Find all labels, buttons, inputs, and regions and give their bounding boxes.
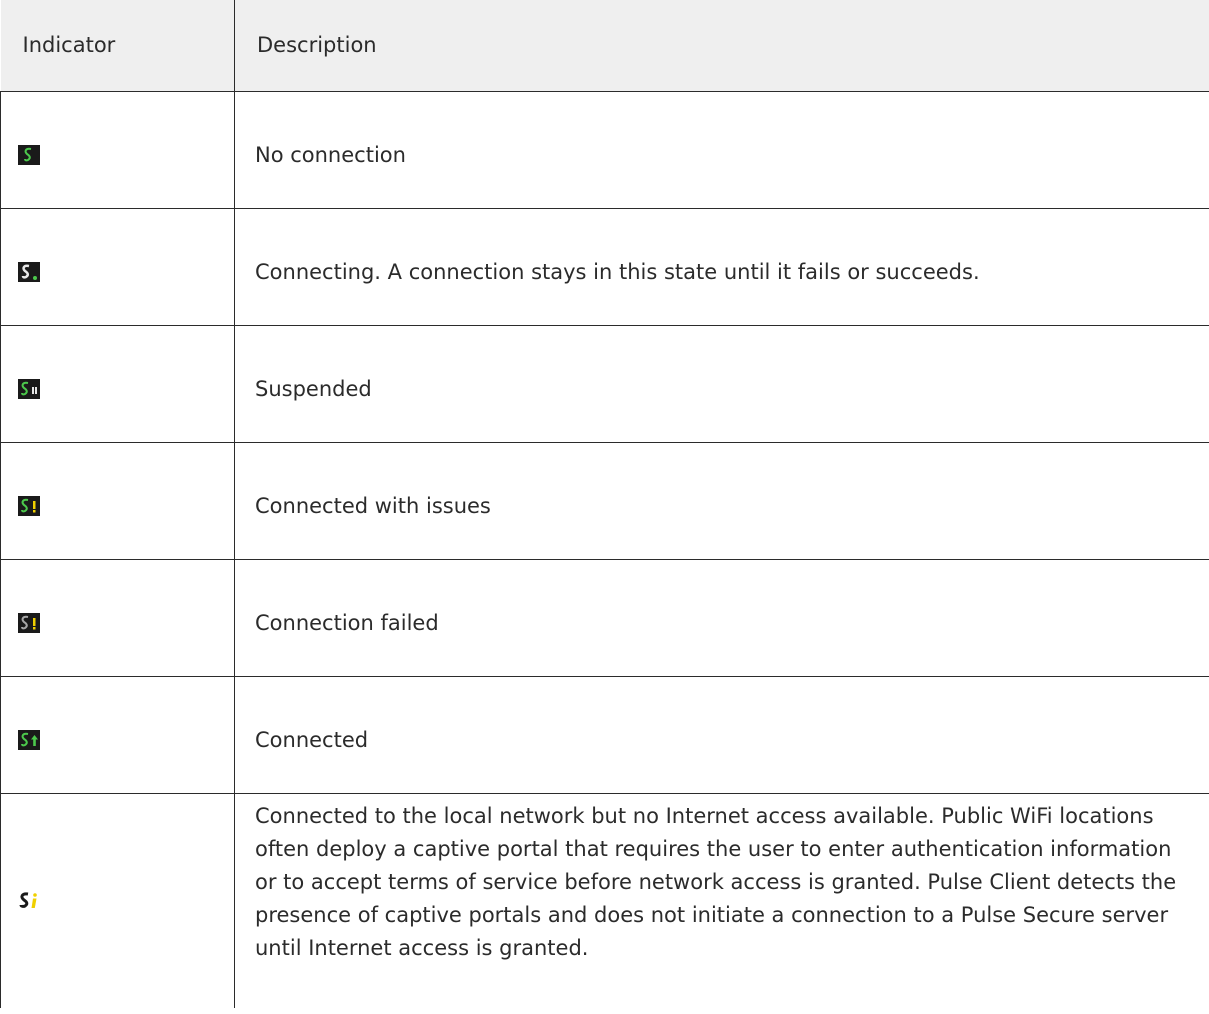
indicator-cell <box>0 208 235 326</box>
description-cell: Connected with issues <box>234 442 1209 560</box>
description-column-header: Description <box>234 0 1209 92</box>
description-cell: Connection failed <box>234 559 1209 677</box>
connection-failed-icon <box>18 612 40 633</box>
description-cell: Connected <box>234 676 1209 794</box>
indicator-cell <box>0 793 235 1008</box>
table-row: Connected <box>0 676 1209 794</box>
table-row: Connection failed <box>0 559 1209 677</box>
description-cell: Suspended <box>234 325 1209 443</box>
indicator-cell <box>0 676 235 794</box>
captive-portal-icon <box>18 891 40 911</box>
table-row: Connected to the local network but no In… <box>0 793 1209 1008</box>
no-connection-icon <box>18 144 40 165</box>
suspended-icon <box>18 378 40 399</box>
connected-icon <box>18 729 40 750</box>
indicator-table: Indicator Description No connection Conn… <box>0 0 1209 1008</box>
table-row: No connection <box>0 91 1209 209</box>
indicator-cell <box>0 325 235 443</box>
description-cell: Connecting. A connection stays in this s… <box>234 208 1209 326</box>
indicator-cell <box>0 442 235 560</box>
header-row: Indicator Description <box>0 0 1209 92</box>
indicator-column-header: Indicator <box>0 0 235 92</box>
indicator-cell <box>0 559 235 677</box>
table-row: Connected with issues <box>0 442 1209 560</box>
connecting-icon <box>18 261 40 282</box>
description-cell: No connection <box>234 91 1209 209</box>
table-row: Connecting. A connection stays in this s… <box>0 208 1209 326</box>
connected-with-issues-icon <box>18 495 40 516</box>
table-row: Suspended <box>0 325 1209 443</box>
description-cell: Connected to the local network but no In… <box>234 793 1209 1008</box>
indicator-cell <box>0 91 235 209</box>
